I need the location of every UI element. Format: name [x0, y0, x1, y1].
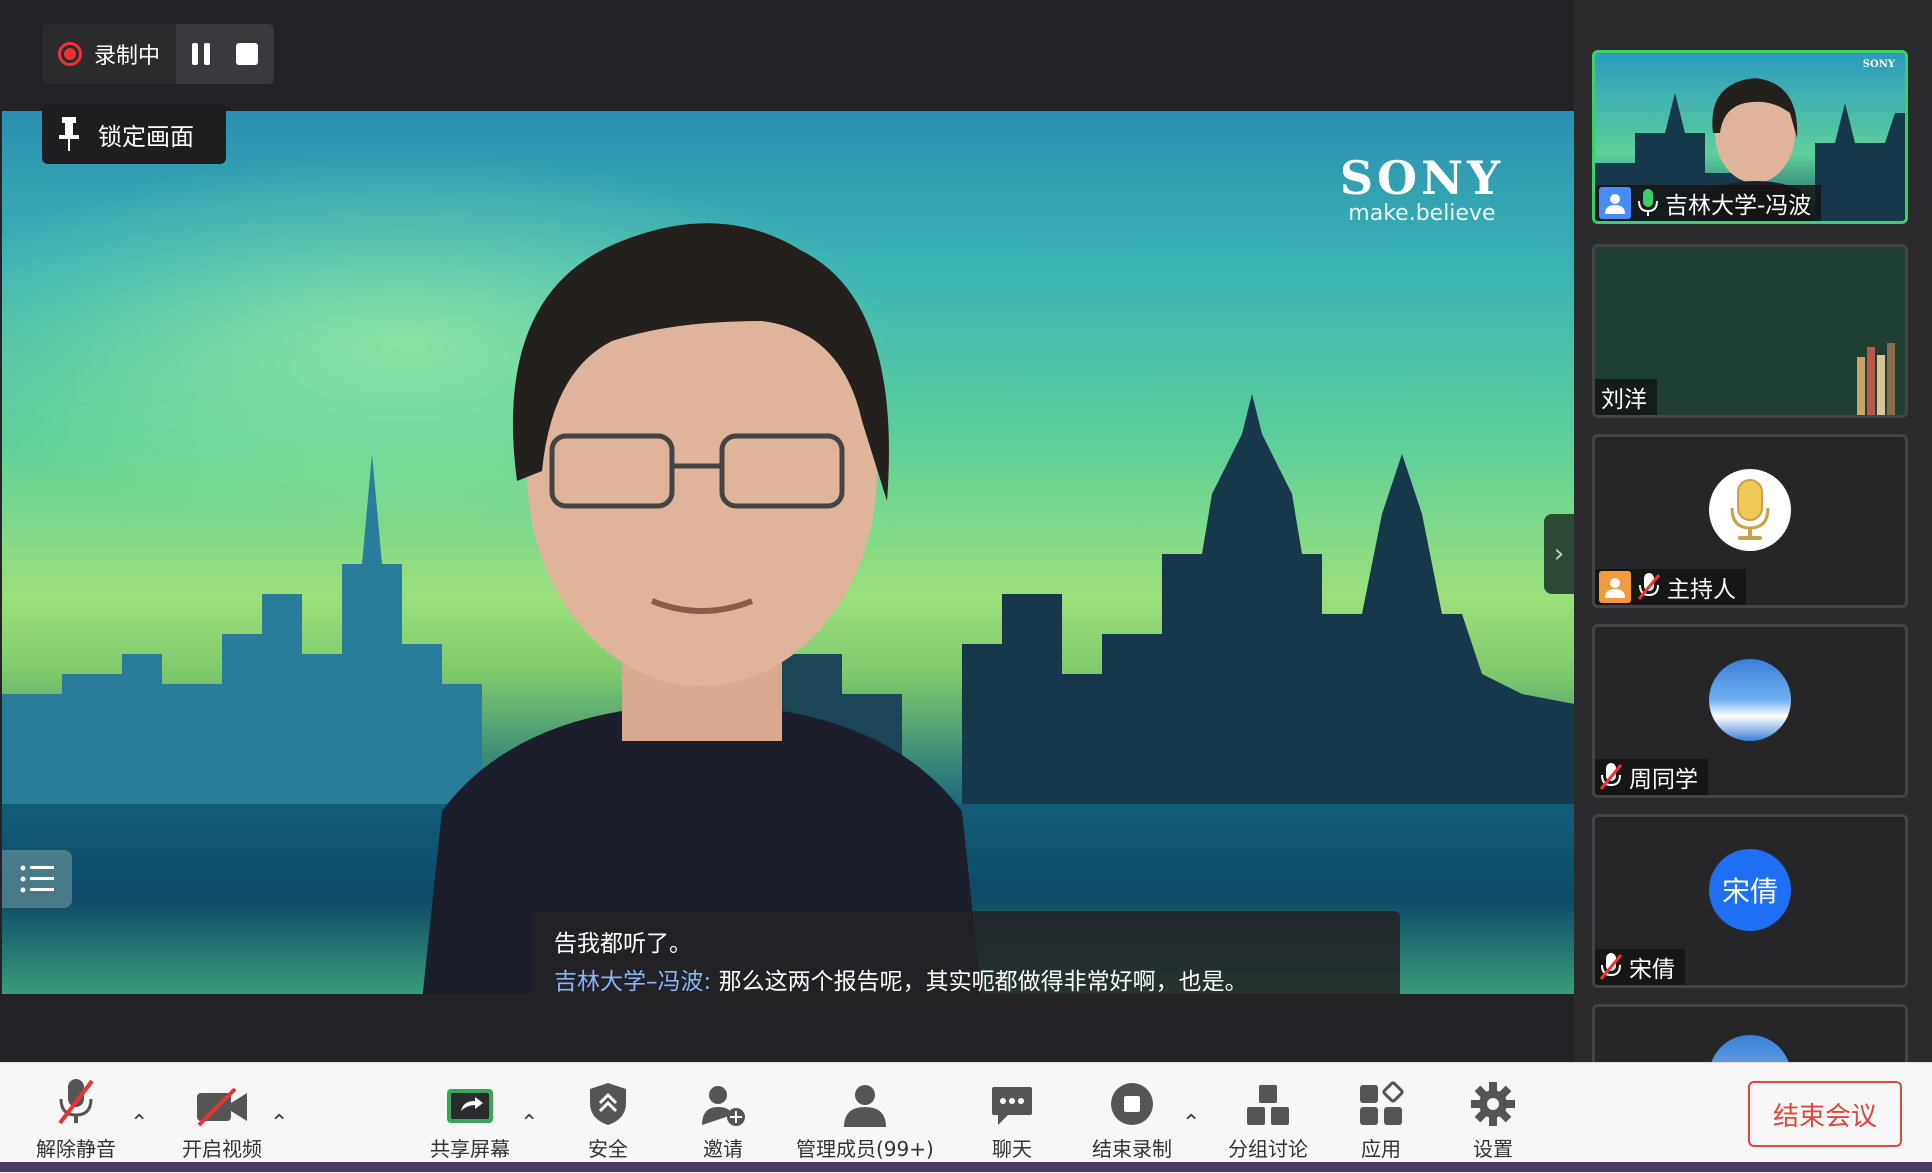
caption-line-1: 告我都听了。 — [554, 931, 692, 957]
participant-tile[interactable]: 刘洋 — [1592, 244, 1908, 418]
svg-text:SONY: SONY — [1863, 59, 1896, 70]
stop-recording-label: 结束录制 — [1092, 1137, 1172, 1161]
invite-label: 邀请 — [703, 1137, 743, 1161]
speaker-video[interactable]: SONY make.believe — [2, 111, 1574, 994]
chevron-up-icon[interactable]: ⌃ — [270, 1111, 288, 1136]
chevron-up-icon[interactable]: ⌃ — [1182, 1111, 1200, 1136]
manage-members-button[interactable]: 管理成员(99+) — [796, 1073, 934, 1162]
live-caption: 告我都听了。 吉林大学–冯波: 那么这两个报告呢，其实呃都做得非常好啊，也是。 — [532, 911, 1400, 1007]
mic-active-icon — [1637, 189, 1659, 217]
start-video-button[interactable]: 开启视频 — [182, 1073, 262, 1162]
mic-muted-icon — [58, 1079, 94, 1125]
breakout-icon — [1247, 1085, 1289, 1125]
caption-text: 那么这两个报告呢，其实呃都做得非常好啊，也是。 — [718, 969, 1248, 995]
apps-icon — [1360, 1081, 1404, 1125]
meeting-toolbar: 解除静音 ⌃ 开启视频 ⌃ 共享屏幕 ⌃ 安全 邀请 管理成员(99+) 聊天 … — [0, 1062, 1932, 1173]
pause-recording-icon[interactable] — [192, 43, 211, 65]
main-stage: SONY make.believe 录制中 锁定画面 告我都听了。 吉林大学–冯… — [0, 0, 1584, 1062]
photo-avatar — [1709, 659, 1791, 741]
breakout-button[interactable]: 分组讨论 — [1228, 1073, 1308, 1162]
add-user-icon — [702, 1086, 745, 1126]
text-avatar: 宋倩 — [1709, 849, 1791, 931]
recording-label: 录制中 — [94, 44, 161, 69]
gear-icon — [1471, 1082, 1515, 1126]
chat-button[interactable]: 聊天 — [990, 1073, 1034, 1162]
participant-name: 刘洋 — [1601, 387, 1647, 413]
lock-view-label: 锁定画面 — [98, 122, 194, 151]
participant-name: 周同学 — [1629, 767, 1698, 793]
share-screen-icon — [447, 1089, 493, 1123]
collapse-panel-button[interactable]: › — [1544, 514, 1574, 594]
mic-muted-icon — [1599, 763, 1623, 791]
settings-button[interactable]: 设置 — [1470, 1073, 1516, 1162]
record-dot-icon — [58, 42, 82, 66]
pin-icon — [59, 117, 79, 151]
stop-record-icon — [1111, 1083, 1153, 1125]
breakout-label: 分组讨论 — [1228, 1137, 1308, 1161]
settings-label: 设置 — [1473, 1137, 1513, 1161]
share-screen-label: 共享屏幕 — [430, 1137, 510, 1161]
stop-recording-icon[interactable] — [236, 43, 259, 65]
mic-avatar — [1709, 469, 1791, 551]
security-label: 安全 — [588, 1137, 628, 1161]
participant-tile[interactable]: 主持人 — [1592, 434, 1908, 608]
recording-controls — [176, 24, 275, 84]
chat-label: 聊天 — [992, 1137, 1032, 1161]
stop-recording-button[interactable]: 结束录制 — [1092, 1073, 1172, 1162]
participant-tile[interactable] — [1592, 1004, 1908, 1062]
end-meeting-button[interactable]: 结束会议 — [1748, 1081, 1902, 1147]
start-video-label: 开启视频 — [182, 1137, 262, 1161]
invite-button[interactable]: 邀请 — [700, 1073, 746, 1162]
speaker-person — [422, 223, 982, 994]
mic-muted-icon — [1599, 953, 1623, 981]
recording-status: 录制中 — [42, 24, 177, 84]
mic-muted-icon — [1637, 573, 1661, 601]
recording-indicator: 录制中 — [42, 24, 275, 84]
participant-name: 主持人 — [1667, 577, 1736, 603]
security-button[interactable]: 安全 — [588, 1073, 628, 1162]
brand-tagline: make.believe — [1348, 201, 1496, 226]
chevron-up-icon[interactable]: ⌃ — [130, 1111, 148, 1136]
participant-name-bar: 刘洋 — [1595, 379, 1657, 415]
list-view-button[interactable] — [2, 850, 72, 908]
caption-line-2: 吉林大学–冯波: 那么这两个报告呢，其实呃都做得非常好啊，也是。 — [554, 963, 1378, 1001]
participant-tile[interactable]: SONY 吉林大学-冯波 — [1592, 50, 1908, 224]
host-icon — [1599, 571, 1631, 603]
participant-name-bar: 周同学 — [1595, 759, 1708, 795]
apps-label: 应用 — [1361, 1137, 1401, 1161]
photo-avatar — [1709, 1035, 1791, 1062]
host-icon — [1599, 187, 1631, 219]
participant-name-bar: 吉林大学-冯波 — [1595, 185, 1822, 221]
participant-name-bar: 主持人 — [1595, 569, 1746, 605]
participant-name: 宋倩 — [1629, 957, 1675, 983]
participant-name-bar: 宋倩 — [1595, 949, 1685, 985]
unmute-label: 解除静音 — [36, 1137, 116, 1161]
shield-icon — [590, 1083, 626, 1125]
lock-view-button[interactable]: 锁定画面 — [42, 104, 226, 164]
window-bottom-edge — [0, 1162, 1932, 1172]
chevron-right-icon: › — [1553, 539, 1565, 569]
members-icon — [843, 1085, 886, 1127]
manage-members-label: 管理成员(99+) — [796, 1137, 934, 1161]
video-off-icon — [197, 1087, 247, 1127]
apps-button[interactable]: 应用 — [1358, 1073, 1404, 1162]
unmute-button[interactable]: 解除静音 — [36, 1073, 116, 1162]
caption-speaker: 吉林大学–冯波: — [554, 969, 712, 995]
participant-tile[interactable]: 宋倩 宋倩 — [1592, 814, 1908, 988]
chat-icon — [992, 1087, 1032, 1125]
list-icon — [20, 865, 54, 893]
chevron-up-icon[interactable]: ⌃ — [520, 1111, 538, 1136]
participant-name: 吉林大学-冯波 — [1665, 193, 1812, 219]
microphone-icon — [1730, 479, 1770, 540]
share-screen-button[interactable]: 共享屏幕 — [430, 1073, 510, 1162]
brand-text: SONY — [1339, 151, 1504, 205]
participant-panel: SONY 吉林大学-冯波 刘洋 主持人 周同学 宋倩 宋倩 — [1574, 0, 1932, 1062]
sony-logo: SONY make.believe — [1340, 151, 1504, 226]
participant-tile[interactable]: 周同学 — [1592, 624, 1908, 798]
